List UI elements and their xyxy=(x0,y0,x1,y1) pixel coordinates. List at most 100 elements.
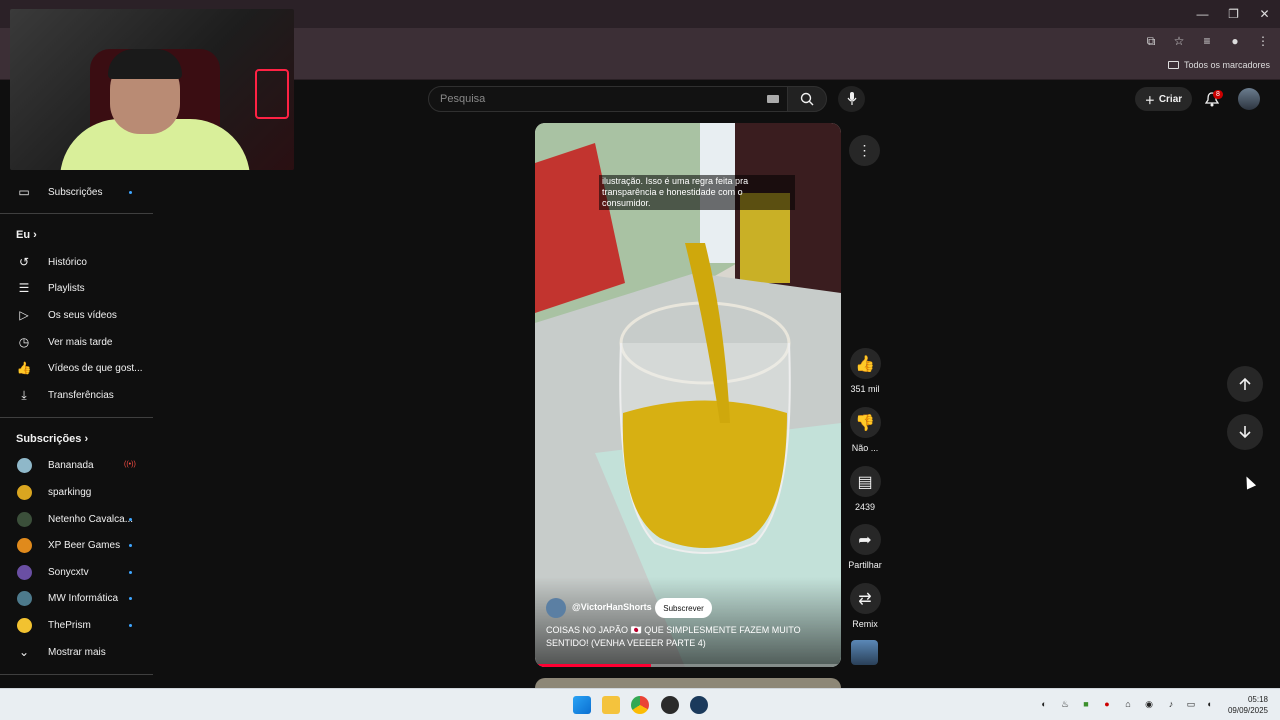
steam-icon[interactable] xyxy=(690,696,708,714)
usb-icon[interactable]: ⌂ xyxy=(1122,698,1134,710)
comments-button[interactable]: ▤ xyxy=(849,466,881,497)
minimize-icon[interactable]: — xyxy=(1187,0,1218,28)
sidebar-channel-netenho[interactable]: Netenho Cavalca... xyxy=(0,506,153,532)
dislike-action[interactable]: 👎 Não ... xyxy=(848,407,882,453)
sidebar-item-history[interactable]: ↺ Histórico xyxy=(0,249,153,275)
arrow-down-icon xyxy=(1239,426,1251,439)
next-short-button[interactable] xyxy=(1227,414,1263,450)
channel-avatar xyxy=(17,511,32,527)
chevron-down-icon: ⌄ xyxy=(18,645,30,659)
sidebar-show-more[interactable]: ⌄ Mostrar mais xyxy=(0,639,153,665)
keyboard-icon[interactable] xyxy=(767,95,779,103)
channel-name: ThePrism xyxy=(48,619,91,631)
like-button[interactable]: 👍 xyxy=(849,348,881,379)
tray-app-icon[interactable]: ◐ xyxy=(1038,698,1050,710)
tray-flame-icon[interactable]: ♨ xyxy=(1059,698,1071,710)
subscribe-button[interactable]: Subscrever xyxy=(655,598,712,618)
sidebar: ▭ Subscrições Eu › ↺ Histórico ☰ Playlis… xyxy=(0,170,153,688)
channel-name: Bananada xyxy=(48,459,94,471)
channel-name: MW Informática xyxy=(48,592,119,604)
sidebar-item-label: Ver mais tarde xyxy=(48,336,113,348)
share-action[interactable]: ➦ Partilhar xyxy=(848,524,882,570)
all-bookmarks-label: Todos os marcadores xyxy=(1183,60,1270,70)
you-section-title: Eu xyxy=(16,229,31,241)
profile-icon[interactable]: ● xyxy=(1226,32,1244,50)
sidebar-item-label: Histórico xyxy=(48,256,87,268)
your-videos-icon: ▷ xyxy=(19,308,29,322)
like-action[interactable]: 👍 351 mil xyxy=(848,348,882,394)
more-options-button[interactable]: ⋮ xyxy=(849,135,880,166)
search-button[interactable] xyxy=(787,86,827,112)
sidebar-channel-sparkingg[interactable]: sparkingg xyxy=(0,479,153,505)
media-controls-icon[interactable]: ≡ xyxy=(1198,32,1216,50)
remix-label: Remix xyxy=(852,619,878,629)
subscriptions-section-title: Subscrições xyxy=(16,433,82,445)
account-avatar[interactable] xyxy=(1238,88,1260,110)
sidebar-item-label: Transferências xyxy=(48,389,114,401)
sidebar-item-playlists[interactable]: ☰ Playlists xyxy=(0,275,153,301)
voice-search-button[interactable] xyxy=(838,86,865,112)
comments-count: 2439 xyxy=(854,502,876,512)
sidebar-channel-xp-beer-games[interactable]: XP Beer Games xyxy=(0,532,153,558)
thumbs-down-icon: 👎 xyxy=(855,414,875,432)
previous-short-button[interactable] xyxy=(1227,366,1263,402)
install-app-icon[interactable]: ⧉ xyxy=(1142,32,1160,50)
progress-bar[interactable] xyxy=(535,664,841,667)
remix-action[interactable]: ⇄ Remix xyxy=(848,583,882,629)
volume-icon[interactable]: ◖ xyxy=(1203,698,1215,710)
new-content-dot xyxy=(129,570,132,574)
dislike-button[interactable]: 👎 xyxy=(849,407,881,438)
sidebar-item-watch-later[interactable]: ◷ Ver mais tarde xyxy=(0,329,153,355)
obs-icon[interactable] xyxy=(661,696,679,714)
sidebar-item-label: Subscrições xyxy=(48,186,103,198)
remix-icon: ⇄ xyxy=(858,590,872,608)
subscriptions-section-header[interactable]: Subscrições › xyxy=(16,433,88,445)
search-input[interactable]: Pesquisa xyxy=(428,86,788,112)
windows-taskbar: ◐ ♨ ■ ● ⌂ ◉ ♪ ▭ ◖ 05:18 09/09/2025 xyxy=(0,688,1280,720)
browser-toolbar: ⧉ ☆ ≡ ● ⋮ xyxy=(1142,32,1272,50)
nvidia-icon[interactable]: ■ xyxy=(1080,698,1092,710)
short-video-player[interactable]: ilustração. Isso é uma regra feita pra t… xyxy=(535,123,841,667)
chrome-icon[interactable] xyxy=(631,696,649,714)
sidebar-channel-mw-informatica[interactable]: MW Informática xyxy=(0,585,153,611)
channel-avatar xyxy=(17,484,32,500)
channel-handle[interactable]: @VictorHanShorts xyxy=(572,602,652,612)
webcam-overlay xyxy=(10,9,294,170)
microphone-icon xyxy=(847,92,856,105)
remix-button[interactable]: ⇄ xyxy=(849,583,881,614)
sidebar-channel-theprism[interactable]: ThePrism xyxy=(0,612,153,638)
short-title[interactable]: COISAS NO JAPÃO 🇯🇵 QUE SIMPLESMENTE FAZE… xyxy=(546,624,836,650)
channel-avatar xyxy=(17,457,32,473)
file-explorer-icon[interactable] xyxy=(602,696,620,714)
liked-videos-icon: 👍 xyxy=(16,361,32,375)
restore-icon[interactable]: ❐ xyxy=(1218,0,1249,28)
tray-steam-icon[interactable]: ◉ xyxy=(1143,698,1155,710)
tray-red-app-icon[interactable]: ● xyxy=(1101,698,1113,710)
plus-icon: ＋ xyxy=(1144,95,1155,107)
sidebar-item-downloads[interactable]: ⤓ Transferências xyxy=(0,382,153,408)
sidebar-channel-bananada[interactable]: Bananada ((•)) xyxy=(0,452,153,478)
sidebar-item-subscriptions[interactable]: ▭ Subscrições xyxy=(0,179,153,205)
microphone-tray-icon[interactable]: ♪ xyxy=(1165,698,1177,710)
sidebar-item-your-videos[interactable]: ▷ Os seus vídeos xyxy=(0,302,153,328)
you-section-header[interactable]: Eu › xyxy=(16,229,37,241)
clock-time: 05:18 xyxy=(1247,695,1268,704)
system-clock[interactable]: 05:18 09/09/2025 xyxy=(1228,694,1268,716)
create-button[interactable]: ＋ Criar xyxy=(1135,87,1192,111)
all-bookmarks-button[interactable]: Todos os marcadores xyxy=(1167,60,1270,70)
dislike-label: Não ... xyxy=(851,443,879,453)
bookmark-star-icon[interactable]: ☆ xyxy=(1170,32,1188,50)
sidebar-item-liked-videos[interactable]: 👍 Vídeos de que gost... xyxy=(0,355,153,381)
close-icon[interactable]: ✕ xyxy=(1249,0,1280,28)
start-menu-icon[interactable] xyxy=(573,696,591,714)
new-content-dot xyxy=(129,596,132,600)
network-icon[interactable]: ▭ xyxy=(1185,698,1197,710)
browser-menu-icon[interactable]: ⋮ xyxy=(1254,32,1272,50)
more-vert-icon: ⋮ xyxy=(857,142,872,158)
channel-avatar[interactable] xyxy=(546,598,566,618)
share-button[interactable]: ➦ xyxy=(849,524,881,555)
sidebar-item-label: Vídeos de que gost... xyxy=(48,362,143,374)
sound-thumbnail[interactable] xyxy=(851,640,878,665)
comments-action[interactable]: ▤ 2439 xyxy=(848,466,882,512)
sidebar-channel-sonycxtv[interactable]: Sonycxtv xyxy=(0,559,153,585)
